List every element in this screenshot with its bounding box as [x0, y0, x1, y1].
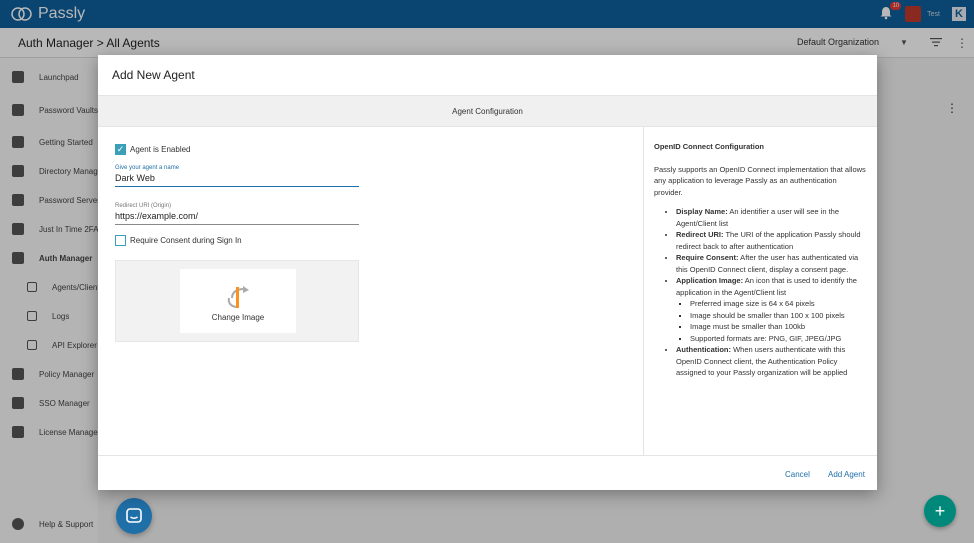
- redirect-uri-field[interactable]: Redirect URI (Origin) https://example.co…: [115, 203, 359, 225]
- help-list: Display Name: An identifier a user will …: [654, 206, 867, 379]
- application-image-area: Change Image: [115, 260, 359, 342]
- help-panel: OpenID Connect Configuration Passly supp…: [643, 127, 877, 455]
- agent-enabled-checkbox[interactable]: [115, 144, 126, 155]
- change-image-button[interactable]: Change Image: [180, 269, 296, 333]
- add-agent-dialog: Add New Agent Agent Configuration Agent …: [98, 55, 877, 490]
- help-item-redirect-uri: Redirect URI: The URI of the application…: [676, 229, 867, 252]
- image-rule: Preferred image size is 64 x 64 pixels: [690, 298, 867, 310]
- image-rule: Supported formats are: PNG, GIF, JPEG/JP…: [690, 333, 867, 345]
- agent-name-field[interactable]: Give your agent a name Dark Web: [115, 165, 359, 187]
- cancel-button[interactable]: Cancel: [785, 470, 810, 479]
- dialog-title: Add New Agent: [112, 68, 195, 82]
- help-item-authentication: Authentication: When users authenticate …: [676, 344, 867, 379]
- change-image-label: Change Image: [211, 312, 265, 322]
- help-intro: Passly supports an OpenID Connect implem…: [654, 164, 866, 197]
- dialog-footer: Cancel Add Agent: [98, 455, 877, 490]
- chat-button[interactable]: [116, 498, 152, 534]
- require-consent-row[interactable]: Require Consent during Sign In: [115, 235, 242, 246]
- help-item-application-image: Application Image: An icon that is used …: [676, 275, 867, 344]
- image-rules-list: Preferred image size is 64 x 64 pixels I…: [676, 298, 867, 344]
- help-item-require-consent: Require Consent: After the user has auth…: [676, 252, 867, 275]
- add-fab-button[interactable]: +: [924, 495, 956, 527]
- chat-icon: [126, 508, 142, 523]
- plus-icon: +: [934, 500, 946, 521]
- agent-enabled-label: Agent is Enabled: [130, 145, 191, 154]
- require-consent-label: Require Consent during Sign In: [130, 236, 242, 245]
- section-title: Agent Configuration: [452, 107, 523, 116]
- image-rule: Image should be smaller than 100 x 100 p…: [690, 310, 867, 322]
- redirect-uri-input[interactable]: https://example.com/: [115, 209, 359, 225]
- agent-form: Agent is Enabled Give your agent a name …: [98, 127, 643, 455]
- agent-name-input[interactable]: Dark Web: [115, 171, 359, 187]
- help-title: OpenID Connect Configuration: [654, 142, 764, 151]
- help-item-display-name: Display Name: An identifier a user will …: [676, 206, 867, 229]
- agent-enabled-row[interactable]: Agent is Enabled: [115, 144, 191, 155]
- add-agent-button[interactable]: Add Agent: [828, 470, 865, 479]
- image-rule: Image must be smaller than 100kb: [690, 321, 867, 333]
- require-consent-checkbox[interactable]: [115, 235, 126, 246]
- section-header: Agent Configuration: [98, 95, 877, 127]
- openid-icon: [227, 285, 249, 308]
